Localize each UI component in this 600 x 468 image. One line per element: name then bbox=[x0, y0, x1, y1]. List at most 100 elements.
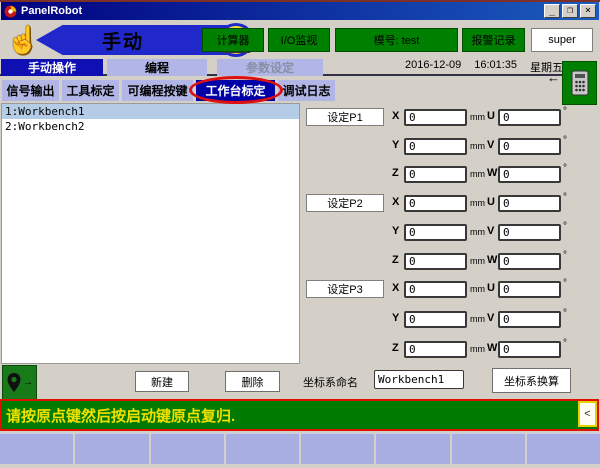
axis-label: V bbox=[487, 312, 494, 324]
tab-parameter-setting[interactable]: 参数设定 bbox=[217, 59, 323, 76]
list-item[interactable]: 2:Workbench2 bbox=[2, 119, 299, 134]
keypad-toggle-button[interactable] bbox=[562, 61, 597, 105]
unit-label: mm bbox=[470, 141, 485, 151]
main-tab-bar: 手动操作 编程 参数设定 bbox=[0, 59, 562, 76]
unit-label: mm bbox=[470, 256, 485, 266]
delete-button[interactable]: 删除 bbox=[225, 371, 280, 392]
axis-label: U bbox=[487, 110, 495, 122]
subtab-programmable-keys[interactable]: 可编程按键 bbox=[122, 80, 193, 101]
calculator-button[interactable]: 计算器 bbox=[202, 28, 264, 52]
unit-label: mm bbox=[470, 112, 485, 122]
axis-label: Z bbox=[392, 254, 399, 266]
coord-convert-button[interactable]: 坐标系换算 bbox=[492, 368, 571, 393]
app-logo-icon bbox=[4, 5, 17, 18]
degree-label: ° bbox=[563, 308, 567, 319]
app-window: PanelRobot _ ❐ × ☝ 手动 % 10 计算器 I/O监视 模号:… bbox=[0, 0, 600, 468]
collapse-button[interactable]: < bbox=[578, 401, 597, 427]
map-pin-icon bbox=[6, 372, 22, 394]
hand-pointer-icon: ☝ bbox=[6, 24, 40, 56]
function-key-button[interactable] bbox=[452, 433, 525, 464]
tab-programming[interactable]: 编程 bbox=[107, 59, 207, 76]
degree-label: ° bbox=[563, 163, 567, 174]
function-key-button[interactable] bbox=[151, 433, 224, 464]
coordinate-input[interactable] bbox=[404, 224, 467, 241]
unit-label: mm bbox=[470, 227, 485, 237]
coord-row: Y mm V ° bbox=[300, 310, 600, 328]
subtab-signal-output[interactable]: 信号输出 bbox=[2, 80, 59, 101]
degree-label: ° bbox=[563, 221, 567, 232]
function-key-button[interactable] bbox=[226, 433, 299, 464]
coord-row: X mm U ° bbox=[300, 280, 600, 298]
unit-label: mm bbox=[470, 169, 485, 179]
coord-row: Z mm W ° bbox=[300, 252, 600, 270]
maximize-button[interactable]: ❐ bbox=[562, 4, 578, 18]
axis-label: U bbox=[487, 282, 495, 294]
unit-label: mm bbox=[470, 344, 485, 354]
tab-manual-operation[interactable]: 手动操作 bbox=[1, 59, 103, 76]
axis-label: Y bbox=[392, 312, 399, 324]
subtab-tool-calibration[interactable]: 工具标定 bbox=[62, 80, 119, 101]
axis-label: Y bbox=[392, 139, 399, 151]
axis-label: W bbox=[487, 167, 497, 179]
axis-label: Z bbox=[392, 167, 399, 179]
coord-row: X mm U ° bbox=[300, 194, 600, 212]
new-button[interactable]: 新建 bbox=[135, 371, 189, 392]
io-monitor-button[interactable]: I/O监视 bbox=[268, 28, 330, 52]
coordinate-input[interactable] bbox=[498, 166, 561, 183]
window-title: PanelRobot bbox=[21, 5, 82, 17]
degree-label: ° bbox=[563, 192, 567, 203]
axis-label: W bbox=[487, 342, 497, 354]
workbench-list[interactable]: 1:Workbench1 2:Workbench2 bbox=[1, 103, 300, 364]
subtab-debug-log[interactable]: 调试日志 bbox=[278, 80, 335, 101]
coord-row: Z mm W ° bbox=[300, 165, 600, 183]
locate-origin-button[interactable]: → bbox=[2, 365, 37, 400]
degree-label: ° bbox=[563, 106, 567, 117]
degree-label: ° bbox=[563, 135, 567, 146]
keypad-icon bbox=[571, 70, 589, 96]
unit-label: mm bbox=[470, 314, 485, 324]
coordinate-input[interactable] bbox=[498, 341, 561, 358]
minimize-button[interactable]: _ bbox=[544, 4, 560, 18]
coord-name-label: 坐标系命名 bbox=[303, 374, 358, 390]
axis-label: Y bbox=[392, 225, 399, 237]
function-key-button[interactable] bbox=[75, 433, 148, 464]
list-item[interactable]: 1:Workbench1 bbox=[2, 104, 299, 119]
subtab-workbench-calibration[interactable]: 工作台标定 bbox=[196, 80, 275, 101]
coordinate-input[interactable] bbox=[498, 109, 561, 126]
close-button[interactable]: × bbox=[580, 4, 596, 18]
coord-row: Z mm W ° bbox=[300, 340, 600, 358]
coordinate-input[interactable] bbox=[404, 109, 467, 126]
function-key-button[interactable] bbox=[527, 433, 600, 464]
axis-label: U bbox=[487, 196, 495, 208]
title-bar: PanelRobot _ ❐ × bbox=[1, 2, 599, 20]
function-key-button[interactable] bbox=[0, 433, 73, 464]
unit-label: mm bbox=[470, 284, 485, 294]
model-number-button[interactable]: 模号: test bbox=[335, 28, 458, 52]
axis-label: V bbox=[487, 139, 494, 151]
coord-name-input[interactable] bbox=[374, 370, 464, 389]
function-key-button[interactable] bbox=[301, 433, 374, 464]
coordinate-input[interactable] bbox=[404, 341, 467, 358]
coordinate-input[interactable] bbox=[404, 311, 467, 328]
function-key-button[interactable] bbox=[376, 433, 449, 464]
coordinate-input[interactable] bbox=[498, 138, 561, 155]
coord-row: Y mm V ° bbox=[300, 223, 600, 241]
coordinate-input[interactable] bbox=[498, 281, 561, 298]
coordinate-input[interactable] bbox=[404, 166, 467, 183]
coordinate-input[interactable] bbox=[498, 224, 561, 241]
mode-label: 手动 bbox=[102, 27, 144, 54]
message-bar: 请按原点键然后按启动键原点复归. bbox=[0, 399, 599, 431]
coordinate-input[interactable] bbox=[498, 311, 561, 328]
alarm-log-button[interactable]: 报警记录 bbox=[462, 28, 525, 52]
axis-label: Z bbox=[392, 342, 399, 354]
coordinate-input[interactable] bbox=[404, 281, 467, 298]
function-key-row bbox=[0, 433, 600, 464]
degree-label: ° bbox=[563, 250, 567, 261]
user-level-button[interactable]: super bbox=[531, 28, 593, 52]
message-text: 请按原点键然后按启动键原点复归. bbox=[2, 405, 235, 426]
coordinate-input[interactable] bbox=[404, 138, 467, 155]
coordinate-input[interactable] bbox=[404, 195, 467, 212]
coordinate-input[interactable] bbox=[498, 253, 561, 270]
coordinate-input[interactable] bbox=[404, 253, 467, 270]
coordinate-input[interactable] bbox=[498, 195, 561, 212]
